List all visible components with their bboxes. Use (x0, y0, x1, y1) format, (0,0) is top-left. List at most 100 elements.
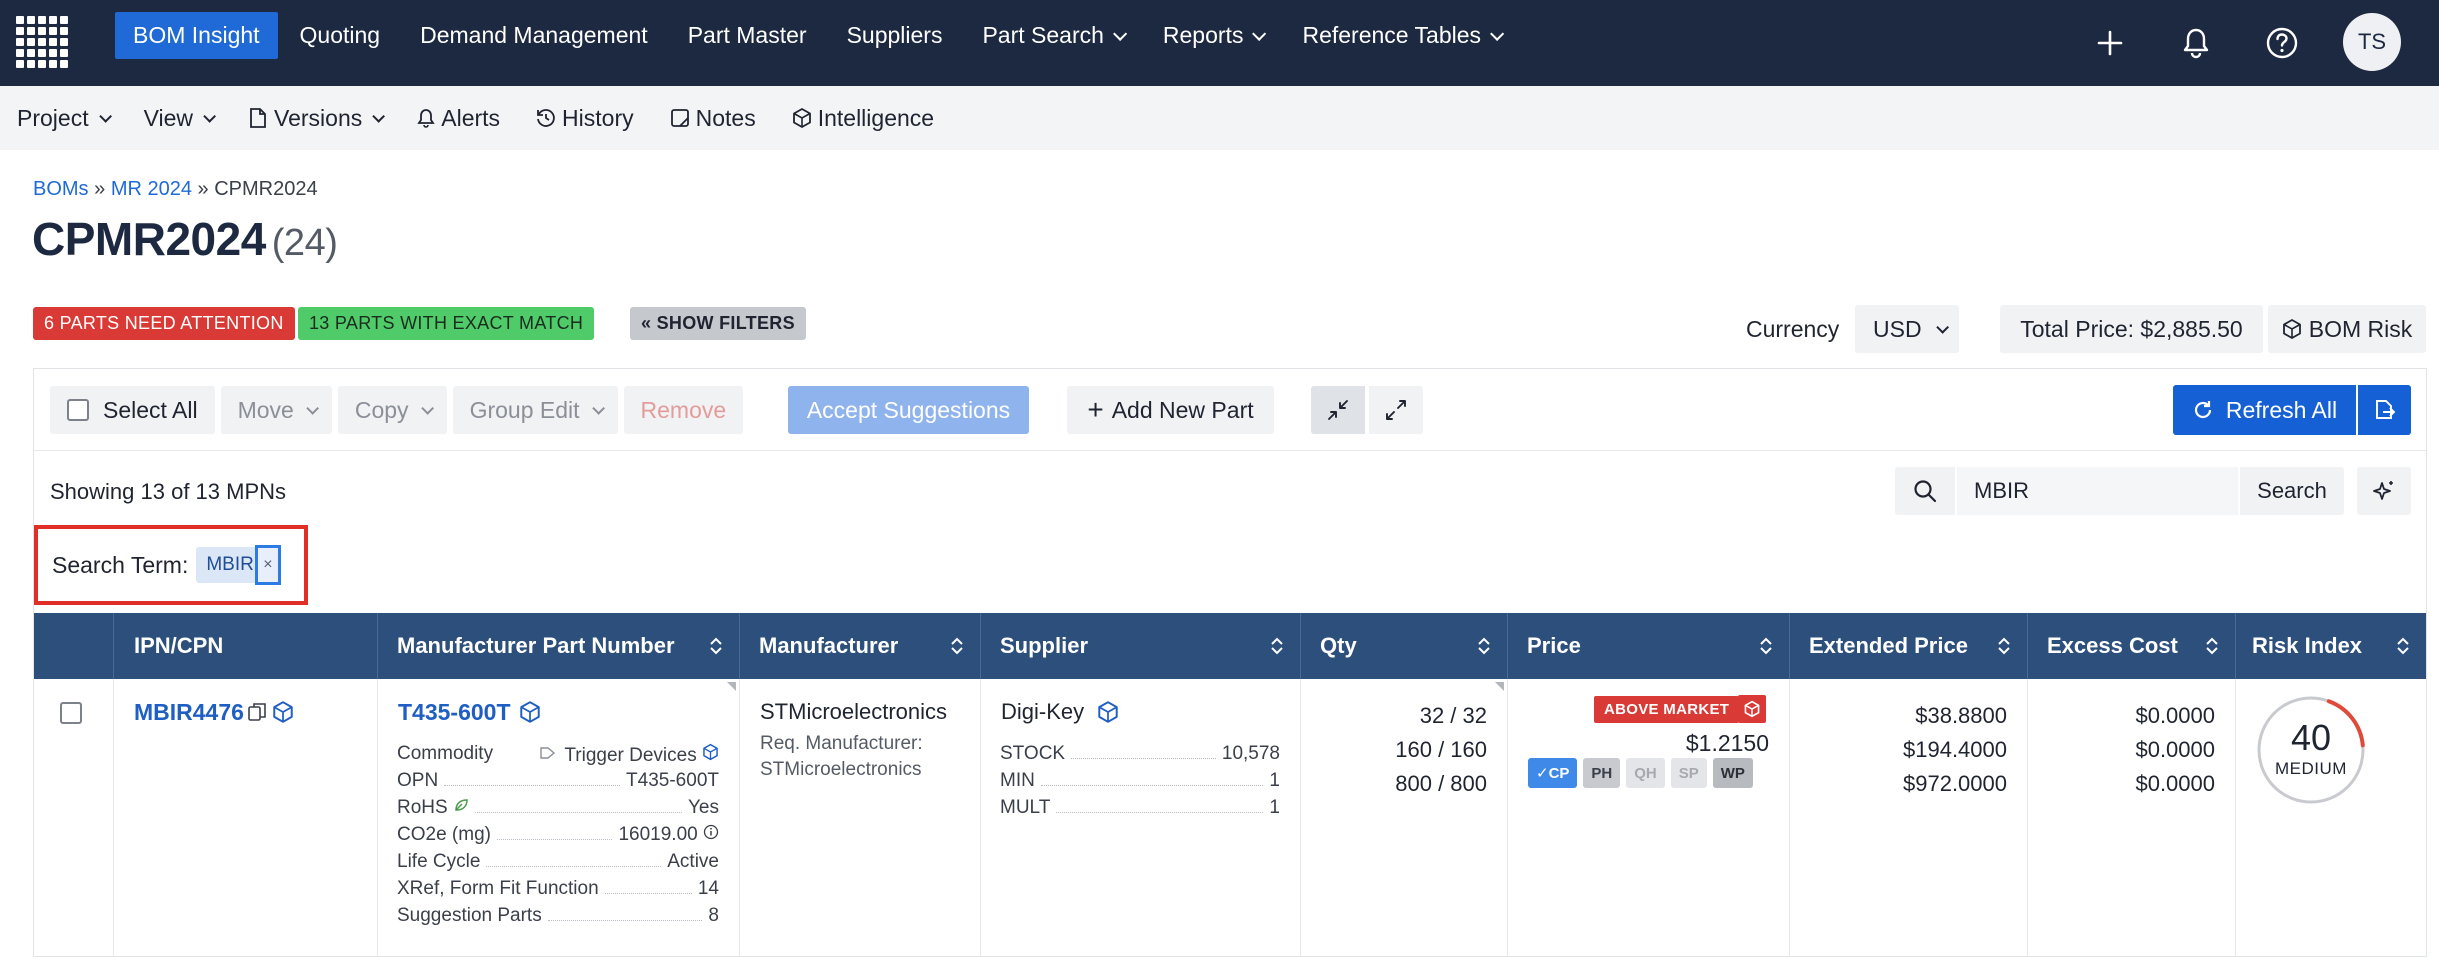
ipn-link[interactable]: MBIR4476 (134, 699, 244, 726)
attention-badge[interactable]: 6 PARTS NEED ATTENTION (33, 307, 295, 340)
expand-icon (1386, 400, 1406, 420)
accept-suggestions-button[interactable]: Accept Suggestions (788, 386, 1029, 434)
grid-dot (60, 60, 68, 68)
remove-button[interactable]: Remove (623, 386, 744, 434)
risk-index-cell: 40 MEDIUM (2236, 679, 2426, 957)
part-count: (24) (271, 222, 338, 264)
cube-icon[interactable] (702, 743, 719, 761)
copy-button[interactable]: Copy (337, 386, 447, 434)
price-alert-icon[interactable] (1738, 695, 1766, 723)
supplier-cell: Digi-Key STOCK 10,578 MIN 1 MULT 1 (981, 679, 1301, 957)
copy-icon[interactable] (246, 701, 268, 723)
group-edit-button[interactable]: Group Edit (452, 386, 618, 434)
history-link[interactable]: History (536, 105, 634, 132)
mpn-link[interactable]: T435-600T (398, 699, 511, 726)
attr-rohs: RoHS Yes (397, 797, 719, 818)
nav-item-reference-tables[interactable]: Reference Tables (1284, 12, 1518, 59)
column-header-manufacturer[interactable]: Manufacturer (740, 613, 981, 679)
close-icon[interactable]: × (254, 545, 281, 585)
req-manufacturer-value: STMicroelectronics (760, 759, 922, 780)
bell-icon[interactable] (2176, 0, 2216, 86)
nav-item-quoting[interactable]: Quoting (282, 12, 399, 59)
breadcrumb-mr-2024[interactable]: MR 2024 (111, 178, 192, 200)
chip-qh[interactable]: QH (1626, 758, 1665, 788)
project-menu[interactable]: Project (17, 105, 112, 132)
column-header-extended-price[interactable]: Extended Price (1790, 613, 2028, 679)
column-header-mpn[interactable]: Manufacturer Part Number (378, 613, 740, 679)
view-menu[interactable]: View (144, 105, 217, 132)
grid-dot (60, 38, 68, 46)
currency-select[interactable]: USD (1855, 305, 1959, 353)
avatar[interactable]: TS (2343, 13, 2401, 71)
versions-menu[interactable]: Versions (248, 105, 386, 132)
search-icon[interactable] (1895, 467, 1955, 515)
sort-icon[interactable] (950, 636, 964, 656)
column-header-price[interactable]: Price (1508, 613, 1790, 679)
intelligence-link[interactable]: Intelligence (792, 105, 934, 132)
row-checkbox[interactable] (60, 702, 82, 724)
export-button[interactable] (2358, 385, 2411, 435)
collapse-button[interactable] (1311, 386, 1365, 434)
nav-item-demand-management[interactable]: Demand Management (402, 12, 666, 59)
column-header-supplier[interactable]: Supplier (981, 613, 1301, 679)
breadcrumb-boms[interactable]: BOMs (33, 178, 89, 200)
search-input[interactable] (1957, 467, 2238, 515)
info-icon[interactable] (703, 824, 719, 840)
cube-icon[interactable] (272, 700, 294, 724)
nav-item-part-search[interactable]: Part Search (964, 12, 1140, 59)
nav-item-bom-insight[interactable]: BOM Insight (115, 12, 278, 59)
select-all-checkbox[interactable] (67, 399, 89, 421)
sort-icon[interactable] (1997, 636, 2011, 656)
page-title: CPMR2024 (24) (32, 213, 338, 265)
plus-icon[interactable] (2090, 0, 2130, 86)
add-new-part-button[interactable]: + Add New Part (1067, 386, 1274, 434)
sort-icon[interactable] (2205, 636, 2219, 656)
bom-risk-button[interactable]: BOM Risk (2268, 305, 2426, 353)
refresh-all-button[interactable]: Refresh All (2173, 385, 2356, 435)
manufacturer-cell: STMicroelectronics Req. Manufacturer: ST… (740, 679, 981, 957)
exact-match-badge[interactable]: 13 PARTS WITH EXACT MATCH (298, 307, 595, 340)
column-header-ipn[interactable]: IPN/CPN (114, 613, 378, 679)
nav-item-suppliers[interactable]: Suppliers (829, 12, 961, 59)
help-icon[interactable] (2262, 0, 2302, 86)
cube-icon[interactable] (1097, 700, 1119, 724)
attr-co2e: CO2e (mg) 16019.00 (397, 824, 719, 846)
grid-dot (60, 49, 68, 57)
notes-link[interactable]: Notes (670, 105, 756, 132)
grid-dot (16, 49, 24, 57)
column-header-risk-index[interactable]: Risk Index (2236, 613, 2426, 679)
chip-ph[interactable]: PH (1583, 758, 1621, 788)
sort-icon[interactable] (1759, 636, 1773, 656)
search-button[interactable]: Search (2240, 467, 2344, 515)
cube-icon[interactable] (519, 700, 541, 724)
select-all-button[interactable]: Select All (50, 386, 215, 434)
alerts-link[interactable]: Alerts (417, 105, 500, 132)
grid-dot (27, 60, 35, 68)
move-button[interactable]: Move (220, 386, 332, 434)
sort-icon[interactable] (1270, 636, 1284, 656)
search-term-chip: MBIR × (196, 545, 281, 585)
chip-cp[interactable]: ✓CP (1528, 758, 1578, 788)
chip-wp[interactable]: WP (1712, 758, 1753, 788)
nav-item-part-master[interactable]: Part Master (670, 12, 825, 59)
row-select-cell (34, 679, 114, 957)
chevron-down-icon (98, 109, 112, 123)
column-header-excess-cost[interactable]: Excess Cost (2028, 613, 2236, 679)
supplier-name[interactable]: Digi-Key (1001, 699, 1084, 725)
chevron-down-icon (1112, 26, 1128, 41)
risk-level: MEDIUM (2275, 759, 2347, 778)
breadcrumb: BOMs » MR 2024 » CPMR2024 (33, 178, 318, 201)
bom-toolbar: Select All Move Copy Group Edit Remove (50, 386, 749, 434)
sort-icon[interactable] (2396, 636, 2410, 656)
app-grid-icon[interactable] (16, 16, 68, 68)
nav-item-reports[interactable]: Reports (1145, 12, 1281, 59)
column-header-qty[interactable]: Qty (1301, 613, 1508, 679)
sort-icon[interactable] (709, 636, 723, 656)
sort-icon[interactable] (1477, 636, 1491, 656)
table-row[interactable]: MBIR4476 T435-600T Commodity Trigger Dev… (34, 679, 2426, 957)
ai-sparkle-button[interactable] (2357, 467, 2411, 515)
chip-sp[interactable]: SP (1670, 758, 1707, 788)
expand-button[interactable] (1369, 386, 1423, 434)
show-filters-button[interactable]: « SHOW FILTERS (630, 307, 806, 340)
price-source-chips: ✓CP PH QH SP WP (1528, 758, 1759, 788)
